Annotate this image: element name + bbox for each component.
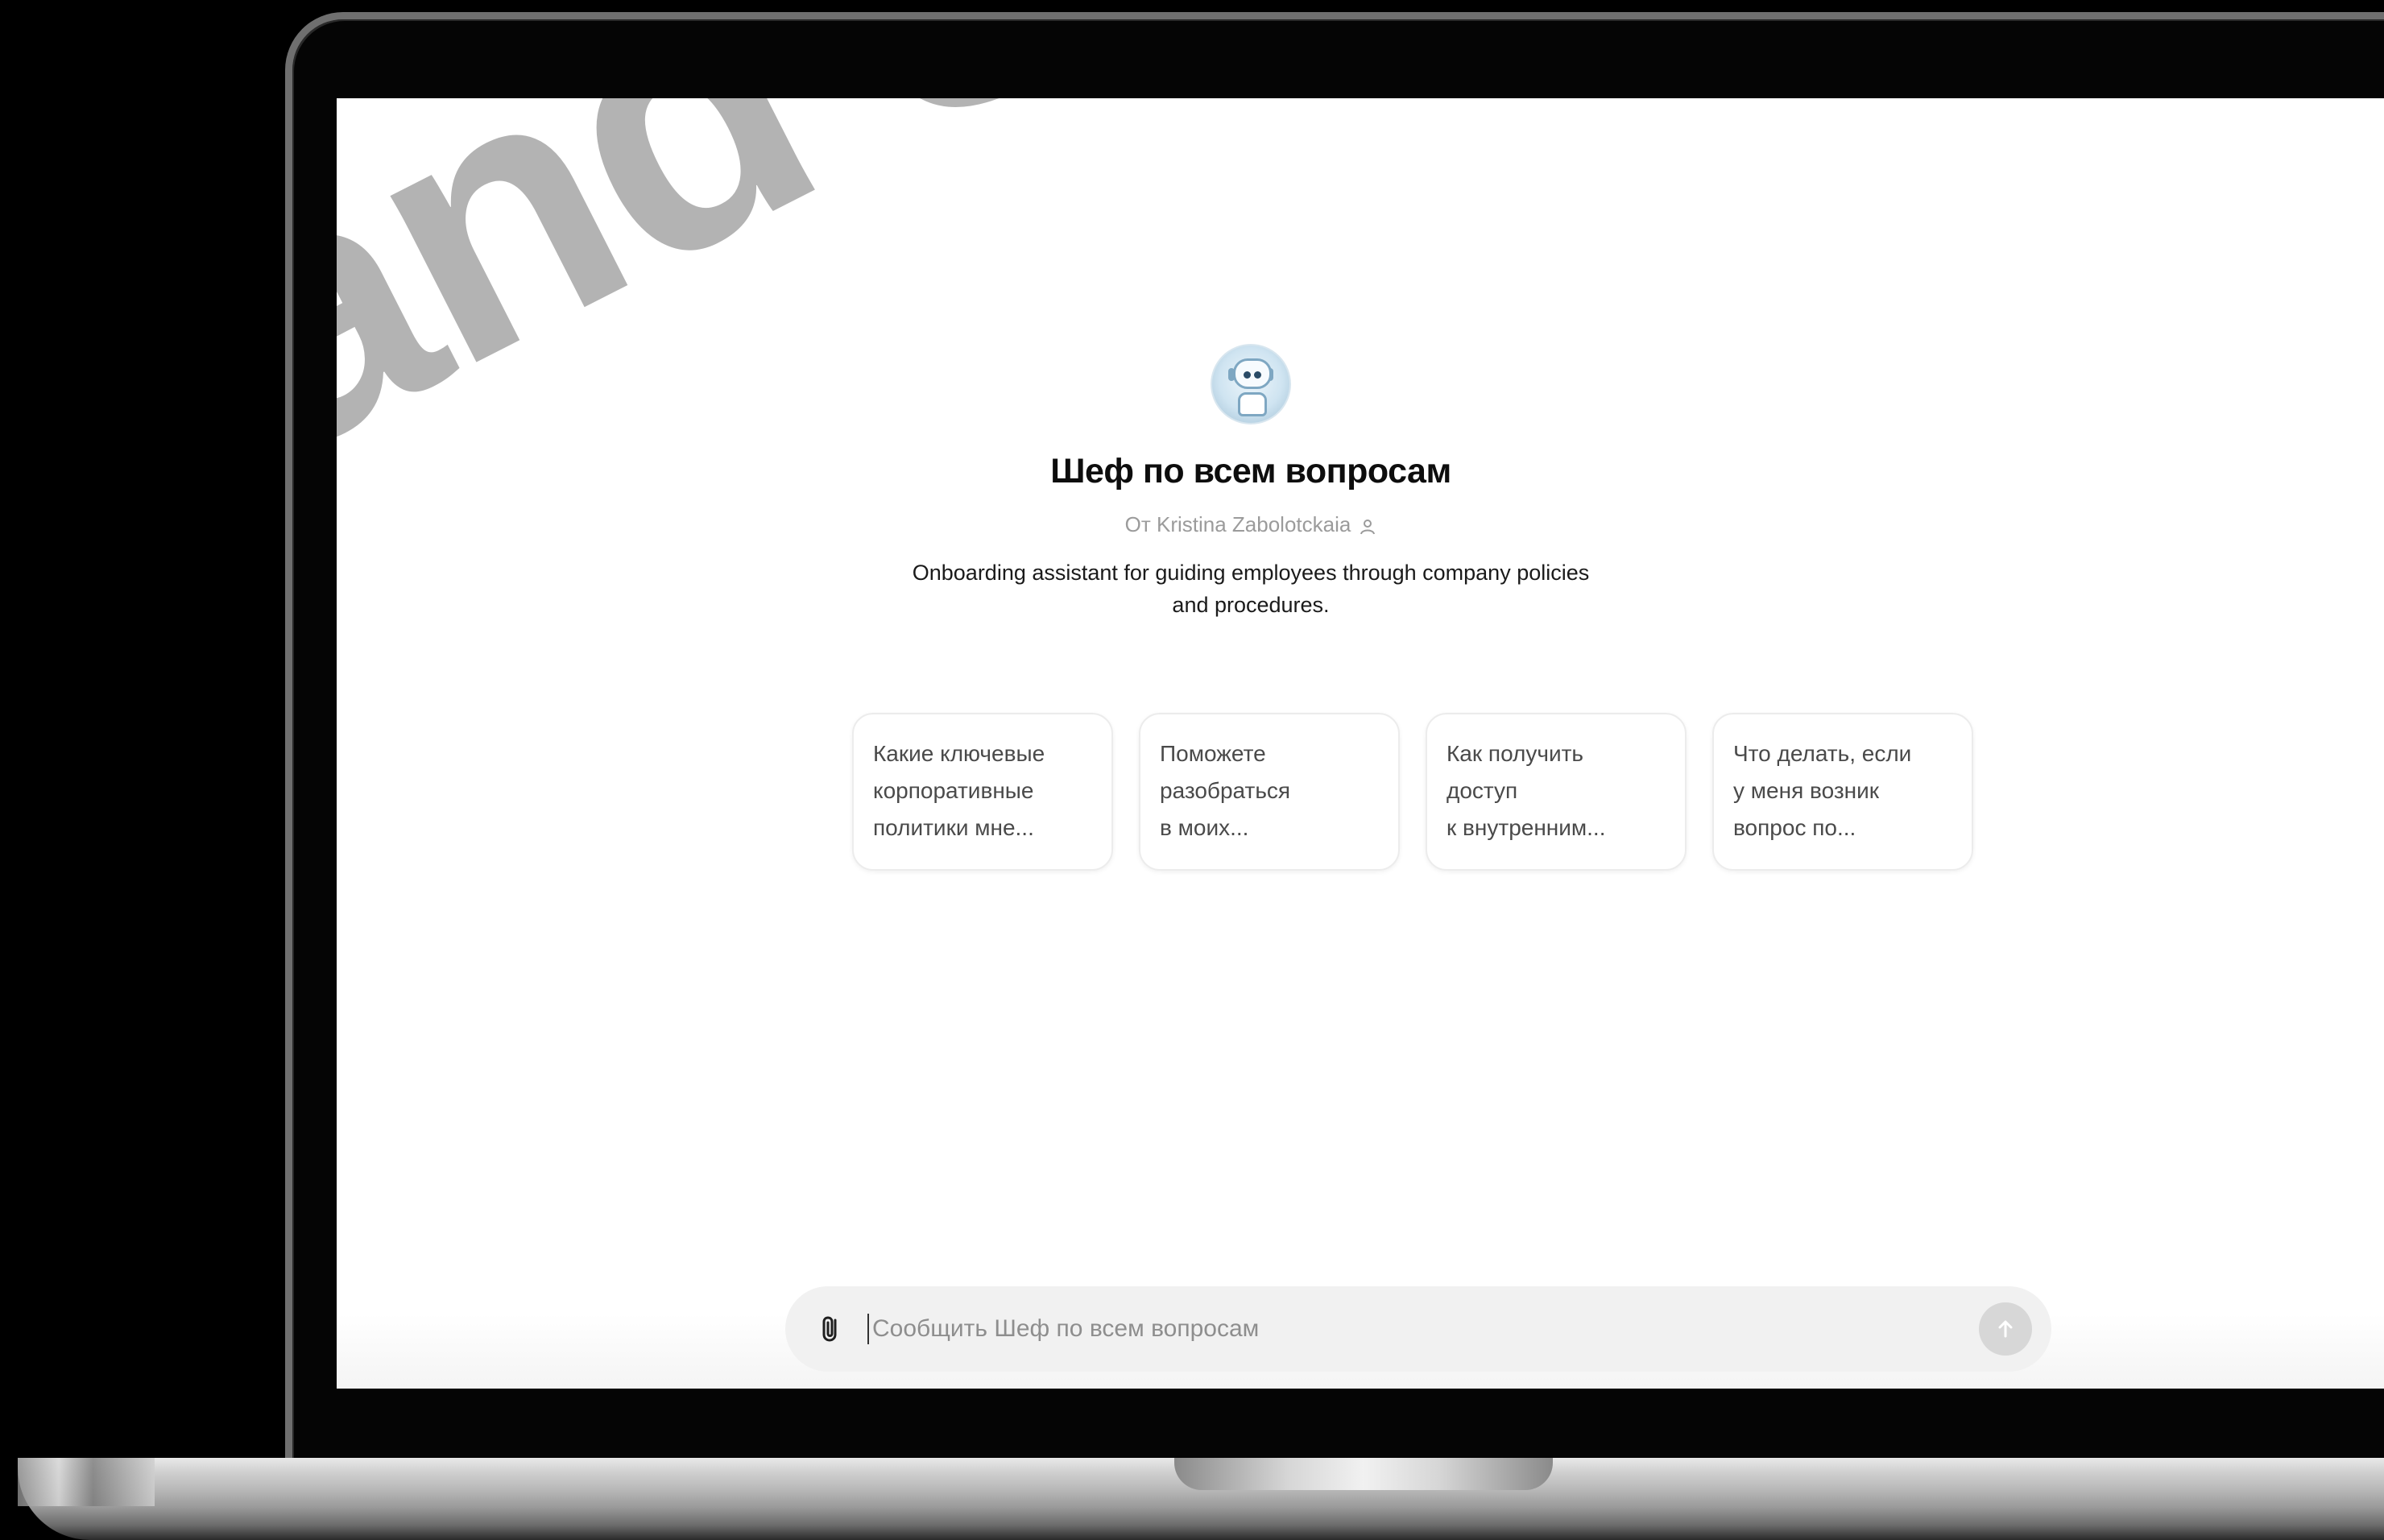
person-icon: [1359, 516, 1376, 534]
paperclip-icon: [822, 1316, 837, 1342]
starter-card[interactable]: Какие ключевые корпоративные политики мн…: [852, 713, 1113, 871]
starter-card[interactable]: Поможете разобраться в моих...: [1139, 713, 1400, 871]
chat-screen: and Sli Шеф по всем вопросам От Kristina…: [337, 98, 2384, 1389]
starter-card[interactable]: Что делать, если у меня возник вопрос по…: [1712, 713, 1973, 871]
message-input[interactable]: [867, 1314, 1979, 1344]
conversation-starters: Какие ключевые корпоративные политики мн…: [852, 713, 1973, 871]
arrow-up-icon: [1998, 1320, 2013, 1338]
gpt-header: Шеф по всем вопросам От Kristina Zabolot…: [337, 344, 2165, 621]
gpt-author[interactable]: От Kristina Zabolotckaia: [1125, 512, 1377, 537]
gpt-description: Onboarding assistant for guiding employe…: [912, 561, 1590, 617]
robot-avatar-icon: [1211, 344, 1291, 424]
gpt-author-label: От Kristina Zabolotckaia: [1124, 512, 1351, 536]
gpt-title: Шеф по всем вопросам: [1050, 452, 1451, 491]
starter-card[interactable]: Как получить доступ к внутренним...: [1426, 713, 1687, 871]
robot-eye-left: [1244, 371, 1251, 379]
message-composer: [785, 1286, 2051, 1372]
robot-eye-right: [1254, 371, 1261, 379]
send-button[interactable]: [1979, 1302, 2032, 1356]
robot-body: [1238, 392, 1267, 416]
laptop-notch: [1174, 1458, 1553, 1490]
attach-button[interactable]: [814, 1311, 850, 1347]
laptop-base-shade: [18, 1458, 155, 1506]
robot-head: [1233, 358, 1272, 389]
